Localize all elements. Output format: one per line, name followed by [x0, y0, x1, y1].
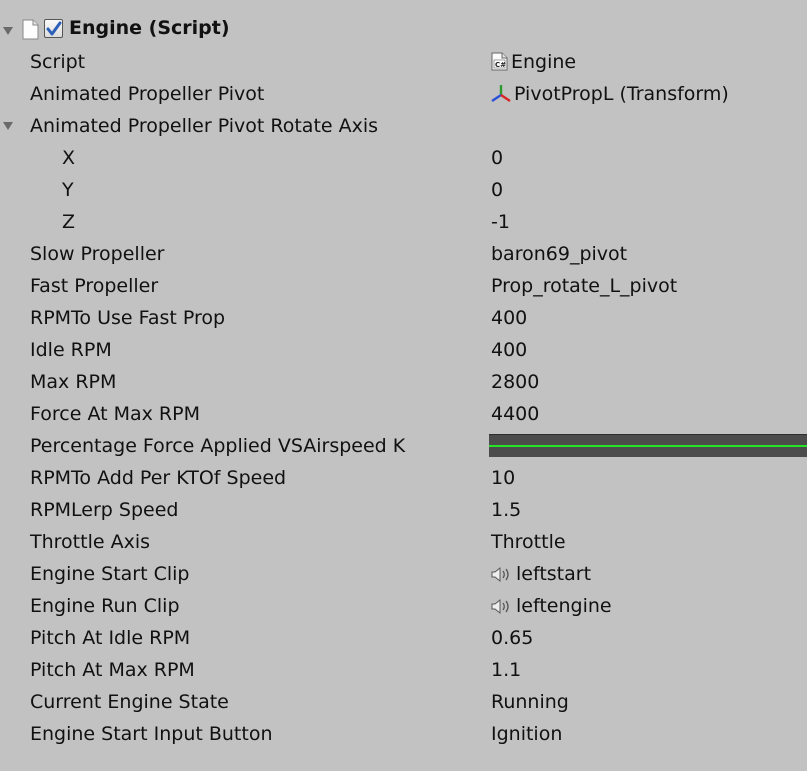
rpm-per-kt-input[interactable]: 10 — [491, 467, 515, 489]
field-throttle-axis: Throttle Axis Throttle — [0, 526, 807, 558]
field-axis-z: Z -1 — [0, 206, 807, 238]
idle-rpm-input[interactable]: 400 — [491, 339, 527, 361]
field-pitch-at-idle-rpm: Pitch At Idle RPM 0.65 — [0, 622, 807, 654]
foldout-arrow-icon[interactable] — [3, 27, 13, 35]
foldout-arrow-icon[interactable] — [3, 122, 13, 130]
field-animated-propeller-pivot: Animated Propeller Pivot PivotPropL (Tra… — [0, 78, 807, 110]
transform-icon — [491, 85, 511, 102]
component-header[interactable]: Engine (Script) — [0, 16, 807, 46]
csharp-script-icon: C# — [491, 52, 508, 71]
field-rotate-axis-foldout[interactable]: Animated Propeller Pivot Rotate Axis — [0, 110, 807, 142]
engine-state-dropdown[interactable]: Running — [491, 691, 569, 713]
audio-clip-icon — [491, 566, 509, 583]
field-label: Idle RPM — [30, 339, 112, 361]
field-label: Current Engine State — [30, 691, 229, 713]
field-label: Animated Propeller Pivot Rotate Axis — [30, 115, 379, 137]
axis-z-input[interactable]: -1 — [491, 211, 510, 233]
field-slow-propeller: Slow Propeller baron69_pivot — [0, 238, 807, 270]
field-max-rpm: Max RPM 2800 — [0, 366, 807, 398]
component-title: Engine (Script) — [69, 17, 230, 39]
field-label: RPMTo Use Fast Prop — [30, 307, 226, 329]
rpm-fast-prop-input[interactable]: 400 — [491, 307, 527, 329]
max-rpm-input[interactable]: 2800 — [491, 371, 539, 393]
force-max-rpm-input[interactable]: 4400 — [491, 403, 539, 425]
field-label: Fast Propeller — [30, 275, 159, 297]
field-label: Pitch At Max RPM — [30, 659, 195, 681]
field-pitch-at-max-rpm: Pitch At Max RPM 1.1 — [0, 654, 807, 686]
pivot-object-field[interactable]: PivotPropL (Transform) — [491, 83, 729, 105]
slow-propeller-field[interactable]: baron69_pivot — [491, 243, 627, 265]
field-rpm-to-use-fast-prop: RPMTo Use Fast Prop 400 — [0, 302, 807, 334]
field-idle-rpm: Idle RPM 400 — [0, 334, 807, 366]
field-label: Script — [30, 51, 86, 73]
curve-field[interactable] — [489, 434, 807, 457]
field-fast-propeller: Fast Propeller Prop_rotate_L_pivot — [0, 270, 807, 302]
field-current-engine-state: Current Engine State Running — [0, 686, 807, 718]
field-engine-start-input-button: Engine Start Input Button Ignition — [0, 718, 807, 750]
field-label: RPMLerp Speed — [30, 499, 179, 521]
pitch-max-input[interactable]: 1.1 — [491, 659, 521, 681]
field-axis-x: X 0 — [0, 142, 807, 174]
field-label: Engine Run Clip — [30, 595, 180, 617]
field-engine-start-clip: Engine Start Clip leftstart — [0, 558, 807, 590]
field-value: PivotPropL (Transform) — [514, 83, 729, 105]
fast-propeller-field[interactable]: Prop_rotate_L_pivot — [491, 275, 677, 297]
rpm-lerp-input[interactable]: 1.5 — [491, 499, 521, 521]
field-label: Throttle Axis — [30, 531, 150, 553]
field-label: Force At Max RPM — [30, 403, 200, 425]
pitch-idle-input[interactable]: 0.65 — [491, 627, 533, 649]
field-label: Z — [62, 211, 76, 233]
field-engine-run-clip: Engine Run Clip leftengine — [0, 590, 807, 622]
script-object-field[interactable]: C# Engine — [491, 51, 576, 73]
field-value: Engine — [511, 51, 577, 73]
field-label: Animated Propeller Pivot — [30, 83, 265, 105]
axis-x-input[interactable]: 0 — [491, 147, 503, 169]
field-label: Slow Propeller — [30, 243, 165, 265]
field-label: Y — [62, 179, 74, 201]
run-clip-object-field[interactable]: leftengine — [491, 595, 612, 617]
curve-line — [489, 445, 807, 447]
field-percentage-force-curve: Percentage Force Applied VSAirspeed K — [0, 430, 807, 462]
audio-clip-icon — [491, 598, 509, 615]
field-label: Percentage Force Applied VSAirspeed K — [30, 435, 406, 457]
start-clip-object-field[interactable]: leftstart — [491, 563, 591, 585]
field-label: Engine Start Input Button — [30, 723, 273, 745]
field-rpm-per-kt: RPMTo Add Per KTOf Speed 10 — [0, 462, 807, 494]
field-rpm-lerp-speed: RPMLerp Speed 1.5 — [0, 494, 807, 526]
start-button-input[interactable]: Ignition — [491, 723, 562, 745]
checkmark-icon — [46, 21, 62, 36]
field-label: Engine Start Clip — [30, 563, 190, 585]
svg-text:C#: C# — [495, 61, 506, 69]
field-script: Script C# Engine — [0, 46, 807, 78]
field-value: leftstart — [516, 563, 592, 585]
field-label: X — [62, 147, 76, 169]
axis-y-input[interactable]: 0 — [491, 179, 503, 201]
file-icon — [22, 19, 39, 40]
field-label: Pitch At Idle RPM — [30, 627, 191, 649]
field-label: Max RPM — [30, 371, 117, 393]
field-force-at-max-rpm: Force At Max RPM 4400 — [0, 398, 807, 430]
field-label: RPMTo Add Per KTOf Speed — [30, 467, 287, 489]
field-value: leftengine — [516, 595, 612, 617]
field-axis-y: Y 0 — [0, 174, 807, 206]
throttle-axis-input[interactable]: Throttle — [491, 531, 566, 553]
component-enabled-checkbox[interactable] — [44, 19, 63, 38]
